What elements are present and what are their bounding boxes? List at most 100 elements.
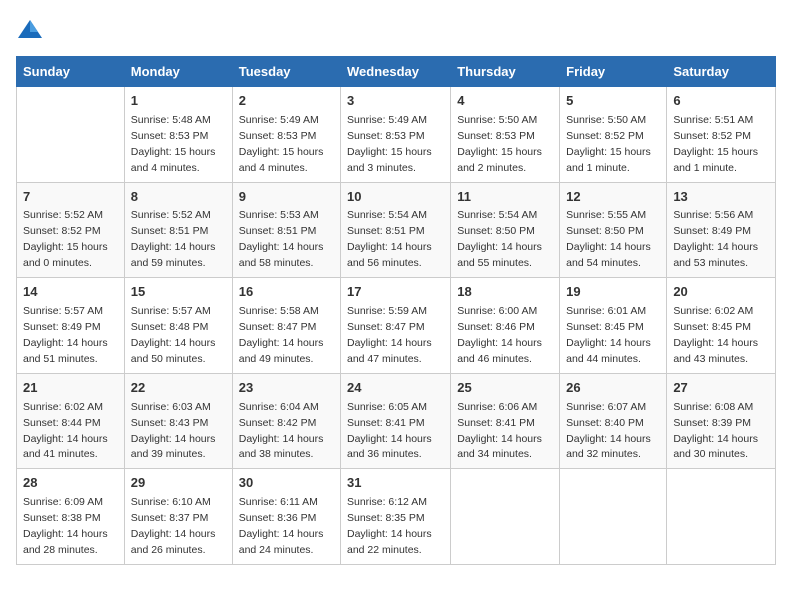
- calendar-cell: 25 Sunrise: 6:06 AM Sunset: 8:41 PM Dayl…: [451, 373, 560, 469]
- day-number: 23: [239, 379, 334, 398]
- day-number: 24: [347, 379, 444, 398]
- sunset-text: Sunset: 8:43 PM: [131, 417, 209, 429]
- page-header: [16, 16, 776, 44]
- daylight-text: Daylight: 14 hours and 55 minutes.: [457, 241, 542, 269]
- sunrise-text: Sunrise: 6:02 AM: [673, 305, 753, 317]
- sunrise-text: Sunrise: 6:12 AM: [347, 496, 427, 508]
- sunset-text: Sunset: 8:47 PM: [347, 321, 425, 333]
- calendar-cell: 15 Sunrise: 5:57 AM Sunset: 8:48 PM Dayl…: [124, 278, 232, 374]
- sunset-text: Sunset: 8:48 PM: [131, 321, 209, 333]
- sunset-text: Sunset: 8:51 PM: [131, 225, 209, 237]
- calendar-cell: 23 Sunrise: 6:04 AM Sunset: 8:42 PM Dayl…: [232, 373, 340, 469]
- daylight-text: Daylight: 15 hours and 1 minute.: [673, 146, 758, 174]
- daylight-text: Daylight: 14 hours and 28 minutes.: [23, 528, 108, 556]
- day-header-wednesday: Wednesday: [341, 57, 451, 87]
- day-header-saturday: Saturday: [667, 57, 776, 87]
- calendar-cell: 6 Sunrise: 5:51 AM Sunset: 8:52 PM Dayli…: [667, 87, 776, 183]
- calendar-cell: 24 Sunrise: 6:05 AM Sunset: 8:41 PM Dayl…: [341, 373, 451, 469]
- sunrise-text: Sunrise: 5:54 AM: [457, 209, 537, 221]
- calendar-cell: 5 Sunrise: 5:50 AM Sunset: 8:52 PM Dayli…: [560, 87, 667, 183]
- calendar-cell: 28 Sunrise: 6:09 AM Sunset: 8:38 PM Dayl…: [17, 469, 125, 565]
- sunrise-text: Sunrise: 5:55 AM: [566, 209, 646, 221]
- day-number: 4: [457, 92, 553, 111]
- sunrise-text: Sunrise: 5:50 AM: [566, 114, 646, 126]
- daylight-text: Daylight: 14 hours and 54 minutes.: [566, 241, 651, 269]
- sunset-text: Sunset: 8:53 PM: [239, 130, 317, 142]
- day-number: 13: [673, 188, 769, 207]
- day-number: 19: [566, 283, 660, 302]
- day-number: 25: [457, 379, 553, 398]
- sunrise-text: Sunrise: 5:50 AM: [457, 114, 537, 126]
- day-number: 16: [239, 283, 334, 302]
- sunset-text: Sunset: 8:53 PM: [131, 130, 209, 142]
- daylight-text: Daylight: 14 hours and 51 minutes.: [23, 337, 108, 365]
- daylight-text: Daylight: 14 hours and 44 minutes.: [566, 337, 651, 365]
- sunset-text: Sunset: 8:45 PM: [566, 321, 644, 333]
- calendar-cell: [560, 469, 667, 565]
- daylight-text: Daylight: 14 hours and 26 minutes.: [131, 528, 216, 556]
- calendar-cell: 18 Sunrise: 6:00 AM Sunset: 8:46 PM Dayl…: [451, 278, 560, 374]
- daylight-text: Daylight: 14 hours and 47 minutes.: [347, 337, 432, 365]
- calendar-cell: 17 Sunrise: 5:59 AM Sunset: 8:47 PM Dayl…: [341, 278, 451, 374]
- calendar-cell: 8 Sunrise: 5:52 AM Sunset: 8:51 PM Dayli…: [124, 182, 232, 278]
- sunset-text: Sunset: 8:47 PM: [239, 321, 317, 333]
- sunrise-text: Sunrise: 6:07 AM: [566, 401, 646, 413]
- sunrise-text: Sunrise: 5:52 AM: [131, 209, 211, 221]
- sunrise-text: Sunrise: 6:02 AM: [23, 401, 103, 413]
- daylight-text: Daylight: 14 hours and 41 minutes.: [23, 433, 108, 461]
- logo-icon: [16, 16, 44, 44]
- calendar-cell: 11 Sunrise: 5:54 AM Sunset: 8:50 PM Dayl…: [451, 182, 560, 278]
- day-number: 28: [23, 474, 118, 493]
- sunrise-text: Sunrise: 5:57 AM: [131, 305, 211, 317]
- sunrise-text: Sunrise: 5:49 AM: [347, 114, 427, 126]
- day-number: 9: [239, 188, 334, 207]
- sunrise-text: Sunrise: 6:00 AM: [457, 305, 537, 317]
- daylight-text: Daylight: 14 hours and 22 minutes.: [347, 528, 432, 556]
- day-number: 10: [347, 188, 444, 207]
- calendar-cell: 2 Sunrise: 5:49 AM Sunset: 8:53 PM Dayli…: [232, 87, 340, 183]
- daylight-text: Daylight: 14 hours and 30 minutes.: [673, 433, 758, 461]
- calendar-cell: 4 Sunrise: 5:50 AM Sunset: 8:53 PM Dayli…: [451, 87, 560, 183]
- day-number: 1: [131, 92, 226, 111]
- daylight-text: Daylight: 14 hours and 32 minutes.: [566, 433, 651, 461]
- day-number: 5: [566, 92, 660, 111]
- sunset-text: Sunset: 8:41 PM: [347, 417, 425, 429]
- sunset-text: Sunset: 8:52 PM: [23, 225, 101, 237]
- calendar-cell: 26 Sunrise: 6:07 AM Sunset: 8:40 PM Dayl…: [560, 373, 667, 469]
- sunrise-text: Sunrise: 5:54 AM: [347, 209, 427, 221]
- calendar-cell: 31 Sunrise: 6:12 AM Sunset: 8:35 PM Dayl…: [341, 469, 451, 565]
- sunset-text: Sunset: 8:50 PM: [566, 225, 644, 237]
- sunrise-text: Sunrise: 5:57 AM: [23, 305, 103, 317]
- day-number: 29: [131, 474, 226, 493]
- sunset-text: Sunset: 8:49 PM: [23, 321, 101, 333]
- sunrise-text: Sunrise: 6:04 AM: [239, 401, 319, 413]
- day-header-thursday: Thursday: [451, 57, 560, 87]
- sunset-text: Sunset: 8:52 PM: [673, 130, 751, 142]
- sunrise-text: Sunrise: 5:52 AM: [23, 209, 103, 221]
- calendar-cell: 1 Sunrise: 5:48 AM Sunset: 8:53 PM Dayli…: [124, 87, 232, 183]
- calendar-cell: 29 Sunrise: 6:10 AM Sunset: 8:37 PM Dayl…: [124, 469, 232, 565]
- calendar-week-5: 28 Sunrise: 6:09 AM Sunset: 8:38 PM Dayl…: [17, 469, 776, 565]
- daylight-text: Daylight: 14 hours and 58 minutes.: [239, 241, 324, 269]
- sunset-text: Sunset: 8:53 PM: [457, 130, 535, 142]
- calendar-cell: [451, 469, 560, 565]
- sunset-text: Sunset: 8:39 PM: [673, 417, 751, 429]
- day-number: 2: [239, 92, 334, 111]
- daylight-text: Daylight: 15 hours and 0 minutes.: [23, 241, 108, 269]
- day-number: 8: [131, 188, 226, 207]
- sunset-text: Sunset: 8:49 PM: [673, 225, 751, 237]
- calendar-cell: [17, 87, 125, 183]
- daylight-text: Daylight: 15 hours and 4 minutes.: [239, 146, 324, 174]
- daylight-text: Daylight: 14 hours and 34 minutes.: [457, 433, 542, 461]
- daylight-text: Daylight: 15 hours and 2 minutes.: [457, 146, 542, 174]
- calendar-cell: 21 Sunrise: 6:02 AM Sunset: 8:44 PM Dayl…: [17, 373, 125, 469]
- daylight-text: Daylight: 14 hours and 46 minutes.: [457, 337, 542, 365]
- daylight-text: Daylight: 14 hours and 24 minutes.: [239, 528, 324, 556]
- sunset-text: Sunset: 8:38 PM: [23, 512, 101, 524]
- daylight-text: Daylight: 14 hours and 38 minutes.: [239, 433, 324, 461]
- day-header-friday: Friday: [560, 57, 667, 87]
- calendar-cell: 9 Sunrise: 5:53 AM Sunset: 8:51 PM Dayli…: [232, 182, 340, 278]
- sunset-text: Sunset: 8:44 PM: [23, 417, 101, 429]
- day-header-sunday: Sunday: [17, 57, 125, 87]
- daylight-text: Daylight: 14 hours and 39 minutes.: [131, 433, 216, 461]
